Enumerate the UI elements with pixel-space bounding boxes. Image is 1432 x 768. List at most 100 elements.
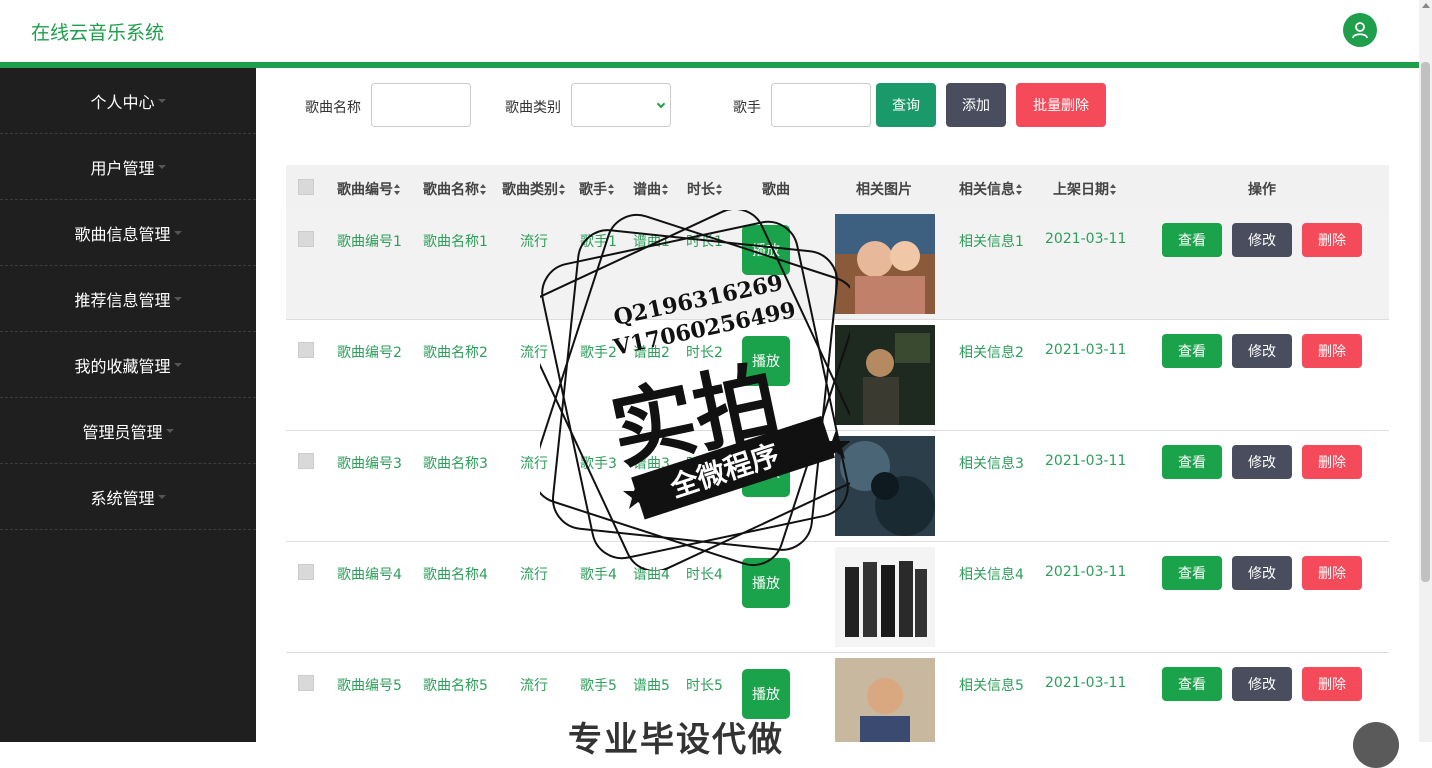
row-checkbox[interactable] [298, 231, 314, 247]
scroll-up-icon[interactable] [1422, 3, 1430, 8]
song-name-input[interactable] [371, 83, 471, 127]
sort-icon [1110, 184, 1117, 195]
play-button[interactable]: 播放 [742, 447, 790, 497]
cell-singer: 歌手5 [580, 678, 617, 694]
edit-button[interactable]: 修改 [1232, 445, 1292, 479]
cell-song-type: 流行 [520, 345, 548, 361]
sort-icon [394, 184, 401, 195]
search-bar: 歌曲名称 歌曲类别 歌手 查询 添加 批量删除 [256, 68, 1419, 148]
sidebar-item-label: 歌曲信息管理 [74, 224, 171, 244]
cell-score: 谱曲3 [633, 456, 670, 472]
edit-button[interactable]: 修改 [1232, 334, 1292, 368]
cell-info: 相关信息3 [959, 456, 1024, 472]
cell-date: 2021-03-11 [1045, 231, 1127, 247]
sidebar-item-label: 系统管理 [90, 488, 155, 508]
sidebar-item-label: 个人中心 [90, 92, 155, 112]
singer-input[interactable] [771, 83, 871, 127]
header-song: 歌曲 [762, 182, 790, 198]
cell-score: 谱曲2 [633, 345, 670, 361]
sidebar-item-label: 管理员管理 [82, 422, 163, 442]
sidebar-item-label: 推荐信息管理 [74, 290, 171, 310]
song-type-select[interactable] [571, 83, 671, 127]
edit-button[interactable]: 修改 [1232, 223, 1292, 257]
sort-icon [608, 184, 615, 195]
play-button[interactable]: 播放 [742, 336, 790, 386]
query-button[interactable]: 查询 [876, 83, 936, 127]
select-all-checkbox[interactable] [298, 179, 314, 195]
table-row: 歌曲编号5 歌曲名称5 流行 歌手5 谱曲5 时长5 播放 相关信息5 2021… [286, 653, 1389, 742]
table-row: 歌曲编号1 歌曲名称1 流行 歌手1 谱曲1 时长1 播放 相关信息1 2021… [286, 209, 1389, 320]
play-button[interactable]: 播放 [742, 225, 790, 275]
edit-button[interactable]: 修改 [1232, 556, 1292, 590]
caret-down-icon [157, 98, 166, 103]
cell-duration: 时长1 [686, 234, 723, 250]
cell-score: 谱曲1 [633, 234, 670, 250]
singer-label: 歌手 [733, 100, 761, 116]
view-button[interactable]: 查看 [1162, 445, 1222, 479]
delete-button[interactable]: 删除 [1302, 667, 1362, 701]
batch-delete-button[interactable]: 批量删除 [1016, 83, 1106, 127]
song-image [835, 658, 935, 742]
user-icon [1352, 22, 1368, 39]
sidebar-item-system-management[interactable]: 系统管理 [0, 464, 256, 530]
cell-song-name: 歌曲名称1 [423, 234, 488, 250]
sidebar: 个人中心 用户管理 歌曲信息管理 推荐信息管理 我的收藏管理 管理员管理 系统管… [0, 68, 256, 742]
back-to-top-button[interactable] [1353, 722, 1399, 768]
cell-singer: 歌手1 [580, 234, 617, 250]
cell-info: 相关信息2 [959, 345, 1024, 361]
caret-down-icon [173, 230, 182, 235]
table-header: 歌曲编号 歌曲名称 歌曲类别 歌手 谱曲 时长 歌曲 相关图片 相关信息 上架日… [286, 165, 1389, 209]
view-button[interactable]: 查看 [1162, 334, 1222, 368]
edit-button[interactable]: 修改 [1232, 667, 1292, 701]
cell-info: 相关信息5 [959, 678, 1024, 694]
row-checkbox[interactable] [298, 675, 314, 691]
add-button[interactable]: 添加 [946, 83, 1006, 127]
chevron-down-icon [656, 99, 666, 109]
song-name-label: 歌曲名称 [305, 100, 361, 116]
cell-score: 谱曲5 [633, 678, 670, 694]
cell-song-id: 歌曲编号2 [337, 345, 402, 361]
header-song-name[interactable]: 歌曲名称 [423, 179, 487, 199]
delete-button[interactable]: 删除 [1302, 223, 1362, 257]
sidebar-item-personal-center[interactable]: 个人中心 [0, 68, 256, 134]
row-checkbox[interactable] [298, 564, 314, 580]
caret-down-icon [165, 428, 174, 433]
header-info[interactable]: 相关信息 [959, 179, 1023, 199]
view-button[interactable]: 查看 [1162, 223, 1222, 257]
header-song-type[interactable]: 歌曲类别 [502, 179, 566, 199]
header-duration[interactable]: 时长 [687, 179, 723, 199]
cell-date: 2021-03-11 [1045, 453, 1127, 469]
sidebar-item-label: 用户管理 [90, 158, 155, 178]
header-singer[interactable]: 歌手 [579, 179, 615, 199]
scrollbar-thumb[interactable] [1421, 62, 1430, 582]
header-score[interactable]: 谱曲 [633, 179, 669, 199]
user-avatar[interactable] [1343, 13, 1377, 47]
sort-icon [662, 184, 669, 195]
top-bar: 在线云音乐系统 [0, 0, 1419, 62]
song-image [835, 436, 935, 536]
sidebar-item-song-management[interactable]: 歌曲信息管理 [0, 200, 256, 266]
delete-button[interactable]: 删除 [1302, 556, 1362, 590]
cell-score: 谱曲4 [633, 567, 670, 583]
sidebar-item-recommend-management[interactable]: 推荐信息管理 [0, 266, 256, 332]
header-song-id[interactable]: 歌曲编号 [337, 179, 401, 199]
sidebar-item-favorites-management[interactable]: 我的收藏管理 [0, 332, 256, 398]
row-checkbox[interactable] [298, 453, 314, 469]
table-row: 歌曲编号4 歌曲名称4 流行 歌手4 谱曲4 时长4 播放 相关信息4 2021… [286, 542, 1389, 653]
delete-button[interactable]: 删除 [1302, 445, 1362, 479]
sidebar-item-user-management[interactable]: 用户管理 [0, 134, 256, 200]
view-button[interactable]: 查看 [1162, 556, 1222, 590]
view-button[interactable]: 查看 [1162, 667, 1222, 701]
header-date[interactable]: 上架日期 [1053, 179, 1117, 199]
sidebar-item-label: 我的收藏管理 [74, 356, 171, 376]
row-checkbox[interactable] [298, 342, 314, 358]
cell-song-type: 流行 [520, 567, 548, 583]
sidebar-item-admin-management[interactable]: 管理员管理 [0, 398, 256, 464]
cell-date: 2021-03-11 [1045, 342, 1127, 358]
song-image [835, 547, 935, 647]
play-button[interactable]: 播放 [742, 558, 790, 608]
cell-song-type: 流行 [520, 678, 548, 694]
cell-singer: 歌手4 [580, 567, 617, 583]
page-scrollbar[interactable] [1419, 0, 1432, 742]
delete-button[interactable]: 删除 [1302, 334, 1362, 368]
